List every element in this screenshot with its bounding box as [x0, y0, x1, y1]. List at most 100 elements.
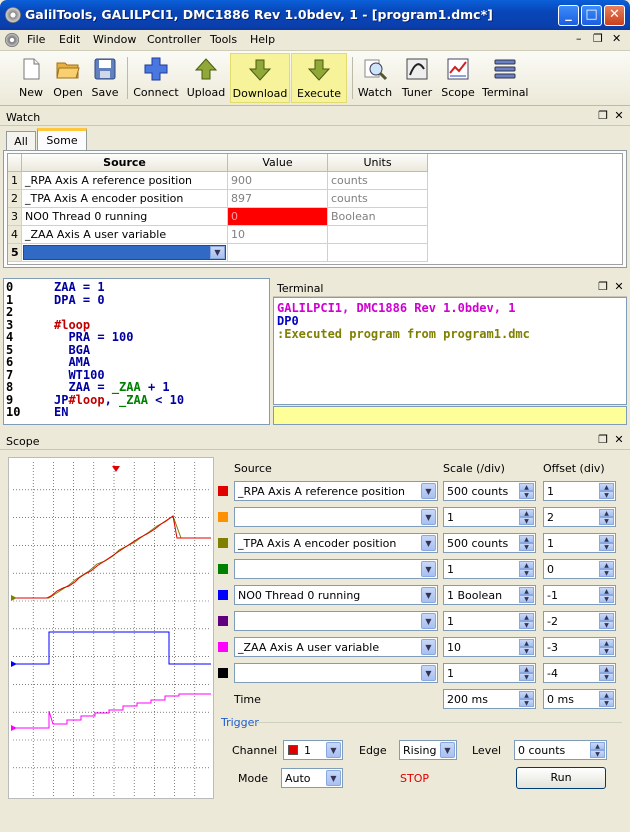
new-button[interactable]: New [15, 53, 47, 103]
spin-down-icon[interactable]: ▼ [519, 699, 534, 707]
spin-down-icon[interactable]: ▼ [599, 517, 614, 525]
spin-up-icon[interactable]: ▲ [519, 561, 534, 569]
channel-offset-spinner[interactable]: 0 ▲ ▼ [543, 559, 616, 579]
undock-icon[interactable]: ❐ [597, 281, 609, 293]
channel-offset-spinner[interactable]: -4 ▲ ▼ [543, 663, 616, 683]
spin-down-icon[interactable]: ▼ [519, 673, 534, 681]
panel-close-icon[interactable]: ✕ [613, 281, 625, 293]
source-select[interactable]: ▼ [23, 245, 226, 260]
spin-up-icon[interactable]: ▲ [599, 639, 614, 647]
channel-scale-spinner[interactable]: 500 counts ▲ ▼ [443, 481, 536, 501]
run-button[interactable]: Run [516, 767, 606, 789]
trigger-mode-select[interactable]: Auto ▼ [281, 768, 343, 788]
scope-button[interactable]: Scope [440, 53, 476, 103]
upload-button[interactable]: Upload [185, 53, 227, 103]
mdi-close-button[interactable]: ✕ [612, 32, 621, 45]
spin-down-icon[interactable]: ▼ [599, 621, 614, 629]
channel-scale-spinner[interactable]: 1 ▲ ▼ [443, 611, 536, 631]
spin-down-icon[interactable]: ▼ [599, 673, 614, 681]
watch-button[interactable]: Watch [356, 53, 394, 103]
connect-button[interactable]: Connect [133, 53, 179, 103]
channel-source-select[interactable]: ▼ [234, 663, 438, 683]
undock-icon[interactable]: ❐ [597, 434, 609, 446]
spin-down-icon[interactable]: ▼ [599, 647, 614, 655]
spin-up-icon[interactable]: ▲ [599, 561, 614, 569]
menu-file[interactable]: File [27, 33, 45, 46]
maximize-button[interactable]: □ [581, 5, 602, 26]
tuner-button[interactable]: Tuner [400, 53, 434, 103]
time-offset-spinner[interactable]: 0 ms ▲ ▼ [543, 689, 616, 709]
open-button[interactable]: Open [50, 53, 86, 103]
channel-offset-spinner[interactable]: 1 ▲ ▼ [543, 481, 616, 501]
chevron-down-icon[interactable]: ▼ [421, 665, 436, 681]
tab-some[interactable]: Some [37, 128, 87, 151]
menu-help[interactable]: Help [250, 33, 275, 46]
execute-button[interactable]: Execute [291, 53, 347, 103]
spin-up-icon[interactable]: ▲ [599, 665, 614, 673]
terminal-button[interactable]: Terminal [482, 53, 529, 103]
channel-scale-spinner[interactable]: 10 ▲ ▼ [443, 637, 536, 657]
spin-up-icon[interactable]: ▲ [590, 742, 605, 750]
spin-down-icon[interactable]: ▼ [599, 491, 614, 499]
app-gear-icon[interactable] [5, 7, 21, 23]
doc-gear-icon[interactable] [5, 33, 19, 47]
title-bar[interactable]: GalilTools, GALILPCI1, DMC1886 Rev 1.0bd… [0, 0, 630, 30]
spin-down-icon[interactable]: ▼ [590, 750, 605, 758]
chevron-down-icon[interactable]: ▼ [210, 246, 225, 259]
chevron-down-icon[interactable]: ▼ [421, 483, 436, 499]
spin-up-icon[interactable]: ▲ [599, 613, 614, 621]
time-scale-spinner[interactable]: 200 ms ▲ ▼ [443, 689, 536, 709]
channel-source-select[interactable]: ▼ [234, 507, 438, 527]
menu-controller[interactable]: Controller [147, 33, 201, 46]
spin-down-icon[interactable]: ▼ [519, 491, 534, 499]
table-row-source[interactable]: _ZAA Axis A user variable [22, 226, 228, 244]
spin-down-icon[interactable]: ▼ [519, 595, 534, 603]
panel-close-icon[interactable]: ✕ [613, 434, 625, 446]
table-row-source-editor[interactable]: ▼ [22, 244, 228, 262]
minimize-button[interactable]: _ [558, 5, 579, 26]
channel-scale-spinner[interactable]: 1 Boolean ▲ ▼ [443, 585, 536, 605]
spin-up-icon[interactable]: ▲ [519, 665, 534, 673]
chevron-down-icon[interactable]: ▼ [421, 535, 436, 551]
spin-up-icon[interactable]: ▲ [599, 535, 614, 543]
chevron-down-icon[interactable]: ▼ [421, 509, 436, 525]
terminal-command-input[interactable] [273, 406, 627, 425]
channel-offset-spinner[interactable]: -1 ▲ ▼ [543, 585, 616, 605]
channel-source-select[interactable]: _TPA Axis A encoder position ▼ [234, 533, 438, 553]
menu-window[interactable]: Window [93, 33, 136, 46]
spin-down-icon[interactable]: ▼ [519, 543, 534, 551]
channel-offset-spinner[interactable]: -3 ▲ ▼ [543, 637, 616, 657]
code-text[interactable]: ZAA = 1 DPA = 0 #loop PRA = 100 BGA AMA … [54, 281, 184, 419]
spin-up-icon[interactable]: ▲ [519, 639, 534, 647]
program-editor[interactable]: 0 1 2 3 4 5 6 7 8 9 10 ZAA = 1 DPA = 0 #… [3, 278, 270, 425]
menu-edit[interactable]: Edit [59, 33, 80, 46]
chevron-down-icon[interactable]: ▼ [421, 613, 436, 629]
download-button[interactable]: Download [230, 53, 290, 103]
spin-down-icon[interactable]: ▼ [519, 569, 534, 577]
spin-up-icon[interactable]: ▲ [519, 613, 534, 621]
spin-down-icon[interactable]: ▼ [599, 699, 614, 707]
table-row-source[interactable]: _TPA Axis A encoder position [22, 190, 228, 208]
chevron-down-icon[interactable]: ▼ [326, 742, 341, 758]
spin-down-icon[interactable]: ▼ [519, 621, 534, 629]
spin-up-icon[interactable]: ▲ [599, 587, 614, 595]
spin-down-icon[interactable]: ▼ [519, 517, 534, 525]
save-button[interactable]: Save [89, 53, 121, 103]
channel-scale-spinner[interactable]: 1 ▲ ▼ [443, 507, 536, 527]
channel-source-select[interactable]: _RPA Axis A reference position ▼ [234, 481, 438, 501]
chevron-down-icon[interactable]: ▼ [421, 639, 436, 655]
trigger-channel-select[interactable]: 1 ▼ [283, 740, 343, 760]
column-header-units[interactable]: Units [328, 154, 428, 172]
spin-up-icon[interactable]: ▲ [599, 509, 614, 517]
spin-down-icon[interactable]: ▼ [519, 647, 534, 655]
channel-offset-spinner[interactable]: -2 ▲ ▼ [543, 611, 616, 631]
spin-up-icon[interactable]: ▲ [599, 691, 614, 699]
table-row-source[interactable]: NO0 Thread 0 running [22, 208, 228, 226]
spin-up-icon[interactable]: ▲ [519, 535, 534, 543]
spin-up-icon[interactable]: ▲ [519, 691, 534, 699]
tab-all[interactable]: All [6, 131, 36, 150]
mdi-minimize-button[interactable]: – [576, 32, 582, 45]
spin-up-icon[interactable]: ▲ [519, 509, 534, 517]
panel-close-icon[interactable]: ✕ [613, 110, 625, 122]
undock-icon[interactable]: ❐ [597, 110, 609, 122]
